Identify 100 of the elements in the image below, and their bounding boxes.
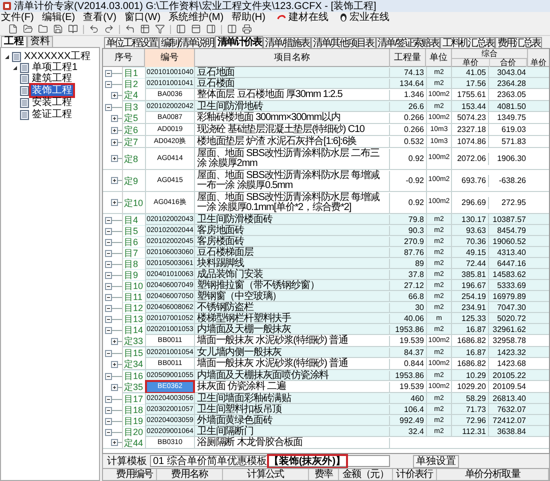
document-icon	[12, 52, 21, 62]
save-icon[interactable]	[53, 24, 63, 34]
expander-icon[interactable]	[105, 316, 112, 322]
expander-icon[interactable]	[105, 294, 112, 300]
menu-item[interactable]: 编辑(E)	[42, 12, 76, 23]
tree-item[interactable]: 安装工程	[31, 97, 73, 108]
expander-icon[interactable]	[105, 238, 112, 246]
row-number: 目9	[123, 270, 145, 280]
expander-icon[interactable]	[111, 138, 118, 146]
panel-tab[interactable]: 工程	[1, 36, 27, 47]
tree-item[interactable]: XXXXXXX工程	[23, 51, 92, 62]
table-icon[interactable]	[140, 24, 150, 34]
expander-icon[interactable]	[105, 260, 112, 268]
table-cell-text: 27.12	[402, 280, 425, 292]
expander-icon[interactable]	[105, 326, 112, 334]
columns-icon[interactable]	[227, 24, 237, 34]
tab[interactable]: 清单/措施表	[263, 37, 311, 48]
menu-item[interactable]: 系统维护(M)	[168, 12, 224, 23]
expander-icon[interactable]	[111, 384, 118, 390]
expander-icon[interactable]	[105, 70, 112, 76]
tab[interactable]: 清单/计价表	[215, 36, 264, 48]
table-cell-text: -0.92	[404, 174, 425, 186]
tab[interactable]: 费用汇总表	[495, 37, 542, 48]
tree-item[interactable]: 装饰工程	[31, 85, 73, 96]
template-name: 01 综合单价简单优惠模板	[153, 456, 267, 466]
tab[interactable]: 工料机汇总表	[440, 37, 496, 48]
table-cell-text: 1.346	[402, 89, 425, 101]
table-cell: 墙面一般抹灰 水泥砂浆(特细砂) 普通	[195, 336, 390, 346]
collapse-triangle-icon[interactable]	[12, 64, 18, 70]
panel-top-icon[interactable]	[191, 24, 201, 34]
table-cell-text: 196.67	[460, 280, 487, 292]
table-cell-text: 1953.86	[394, 324, 425, 336]
collapse-triangle-icon[interactable]	[4, 54, 10, 60]
expander-icon[interactable]	[111, 155, 118, 162]
expander-icon[interactable]	[105, 418, 112, 424]
expander-icon[interactable]	[105, 406, 112, 414]
expander-icon[interactable]	[105, 372, 112, 380]
expander-icon[interactable]	[105, 104, 112, 110]
table-cell-text: 1074.86	[456, 136, 487, 148]
menu-item[interactable]: 文件(F)	[1, 12, 34, 23]
expander-icon[interactable]	[111, 338, 118, 344]
redo-icon[interactable]	[104, 24, 114, 34]
menu-item[interactable]: 窗口(W)	[124, 12, 161, 23]
folder-icon[interactable]	[38, 24, 48, 34]
column-header: 费用名称	[157, 469, 223, 480]
row-number: 目16	[123, 371, 145, 381]
menu-item[interactable]: 帮助(H)	[232, 12, 266, 23]
return-icon[interactable]	[125, 24, 135, 34]
tree-item[interactable]: 建筑工程	[31, 73, 73, 84]
table-cell-text: 296.69	[460, 196, 487, 208]
expander-icon[interactable]	[111, 114, 118, 122]
panel-left-icon[interactable]	[176, 24, 186, 34]
tab[interactable]: 单位工程设置	[104, 37, 159, 48]
expander-icon[interactable]	[105, 228, 112, 234]
expander-icon[interactable]	[105, 282, 112, 290]
expander-icon[interactable]	[105, 80, 112, 88]
printer-icon[interactable]	[242, 24, 252, 34]
expander-icon[interactable]	[111, 177, 118, 184]
separate-settings-button[interactable]: 单独设置	[413, 454, 459, 468]
table-cell-text: 32.4	[407, 426, 425, 438]
table-cell-text: 1755.61	[456, 89, 487, 101]
menu-link[interactable]: 建材在线	[288, 12, 328, 23]
expander-icon[interactable]	[105, 396, 112, 402]
row-number: 目18	[123, 405, 145, 415]
filter-icon[interactable]	[155, 24, 165, 34]
expander-icon[interactable]	[105, 304, 112, 312]
panel-tab[interactable]: 资料	[27, 36, 53, 47]
book-icon[interactable]	[68, 24, 78, 34]
expander-icon[interactable]	[111, 360, 118, 368]
undo-icon[interactable]	[89, 24, 99, 34]
table-cell: 整体面层 豆石楼地面 厚30mm 1:2.5	[195, 90, 390, 100]
template-label: 计算模板	[107, 456, 147, 466]
row-number: 目7	[123, 248, 145, 258]
open-folder-icon[interactable]	[23, 24, 33, 34]
tab[interactable]: 清单/签证索赔表	[376, 37, 440, 48]
expander-icon[interactable]	[105, 272, 112, 278]
table-cell-text: 79.8	[407, 214, 425, 226]
expander-icon[interactable]	[105, 216, 112, 224]
expander-icon[interactable]	[105, 428, 112, 436]
expander-icon[interactable]	[111, 439, 118, 446]
expander-icon[interactable]	[111, 199, 118, 206]
tree-item[interactable]: 签证工程	[31, 109, 73, 120]
row-number: 目2	[123, 79, 145, 89]
menu-item[interactable]: 查看(V)	[83, 12, 116, 23]
tab[interactable]: 清单/其他项目表	[310, 37, 376, 48]
column-header: 单价分析取量	[437, 469, 549, 480]
tree-item[interactable]: 单项工程1	[31, 62, 79, 73]
expander-icon[interactable]	[105, 250, 112, 256]
new-file-icon[interactable]	[8, 24, 18, 34]
panel-right-icon[interactable]	[206, 24, 216, 34]
table-cell-text: 66.8	[407, 291, 425, 303]
expander-icon[interactable]	[105, 350, 112, 356]
table-cell-text: 0.92	[407, 196, 425, 208]
expander-icon[interactable]	[111, 126, 118, 134]
expander-icon[interactable]	[111, 92, 118, 98]
menu-link[interactable]: 宏业在线	[349, 12, 390, 23]
table-cell-text: 19.539	[398, 335, 425, 347]
table-cell: 屋面、地面 SBS改性沥青涂料防水层 二布三涂 涂膜厚2mm	[195, 148, 390, 168]
tab[interactable]: 编制/清单说明	[159, 37, 216, 48]
document-icon	[20, 98, 29, 108]
